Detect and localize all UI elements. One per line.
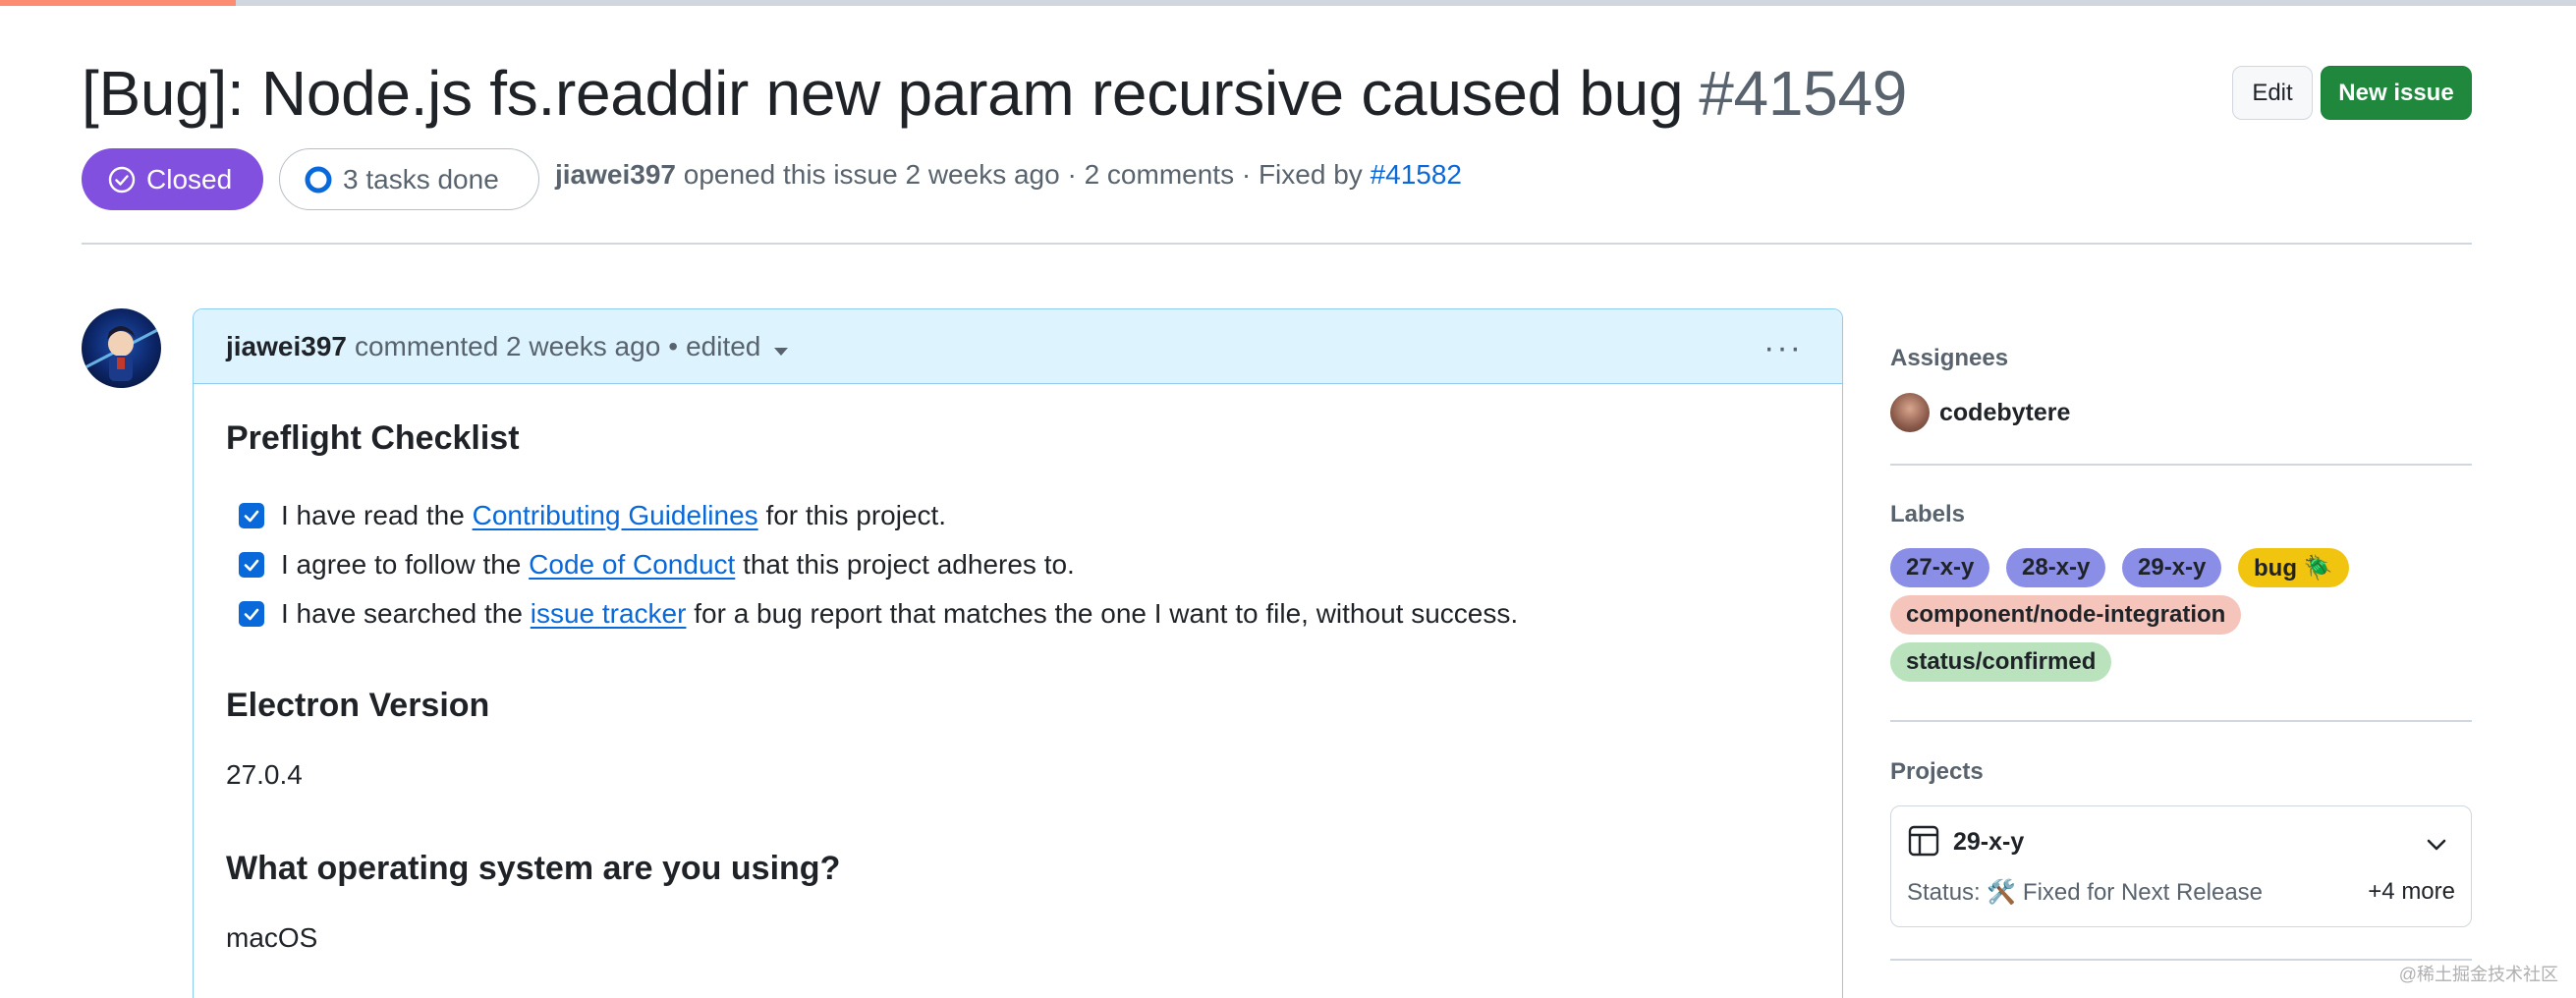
- avatar: [1890, 393, 1930, 432]
- label-27-x-y[interactable]: 27-x-y: [1890, 548, 1990, 587]
- check-text-pre: I agree to follow the: [281, 549, 522, 580]
- label-status-confirmed[interactable]: status/confirmed: [1890, 642, 2112, 682]
- issue-number: #41549: [1699, 58, 1908, 129]
- electron-version-value: 27.0.4: [226, 759, 303, 790]
- new-issue-button[interactable]: New issue: [2321, 66, 2472, 120]
- labels-heading[interactable]: Labels: [1890, 501, 1965, 528]
- check-text-post: that this project adheres to.: [743, 549, 1075, 580]
- label-28-x-y[interactable]: 28-x-y: [2006, 548, 2106, 587]
- project-card[interactable]: 29-x-y Status: 🛠️ Fixed for Next Release…: [1890, 805, 2472, 927]
- assignee-name: codebytere: [1939, 398, 2071, 426]
- check-text-pre: I have read the: [281, 500, 465, 530]
- contributing-guidelines-link[interactable]: Contributing Guidelines: [473, 500, 758, 531]
- check-text-post: for this project.: [765, 500, 947, 530]
- sidebar-divider: [1890, 720, 2472, 722]
- kebab-menu-icon[interactable]: ···: [1764, 329, 1803, 367]
- status-text: Closed: [146, 163, 233, 194]
- comment-separator: •: [668, 330, 679, 361]
- project-name[interactable]: 29-x-y: [1953, 828, 2024, 857]
- label-bug[interactable]: bug 🪲: [2238, 548, 2349, 587]
- avatar-image: [82, 326, 161, 381]
- chevron-down-icon[interactable]: [2424, 832, 2449, 858]
- comment-header: jiawei397 commented 2 weeks ago • edited…: [194, 309, 1842, 384]
- status-badge: Closed: [82, 148, 263, 210]
- checkmark-icon: [244, 510, 259, 523]
- check-circle-icon: [108, 166, 136, 193]
- comment-author-link[interactable]: jiawei397: [226, 331, 347, 362]
- fixed-by-link[interactable]: #41582: [1371, 159, 1462, 190]
- label-component-node-integration[interactable]: component/node-integration: [1890, 595, 2242, 635]
- header-divider: [82, 243, 2472, 245]
- os-heading: What operating system are you using?: [226, 850, 841, 887]
- comment-action: commented 2 weeks ago: [354, 330, 661, 361]
- os-value: macOS: [226, 922, 318, 953]
- edited-label: edited: [686, 330, 761, 361]
- issue-tracker-link[interactable]: issue tracker: [531, 598, 687, 630]
- checkmark-icon: [244, 559, 259, 572]
- checkbox-checked[interactable]: [239, 552, 264, 578]
- edit-button[interactable]: Edit: [2232, 66, 2313, 120]
- issue-title-text: [Bug]: Node.js fs.readdir new param recu…: [82, 58, 1684, 129]
- project-status: Status: 🛠️ Fixed for Next Release: [1907, 879, 2264, 906]
- caret-down-icon: [774, 347, 789, 356]
- watermark: @稀土掘金技术社区: [2398, 965, 2558, 984]
- label-29-x-y[interactable]: 29-x-y: [2122, 548, 2222, 587]
- issue-meta: jiawei397 opened this issue 2 weeks ago …: [555, 159, 1462, 191]
- avatar[interactable]: [82, 308, 161, 388]
- checklist-item: I have searched the issue tracker for a …: [239, 598, 1518, 630]
- tasks-text: 3 tasks done: [343, 163, 499, 194]
- checklist-item: I agree to follow the Code of Conduct th…: [239, 549, 1075, 581]
- check-text-post: for a bug report that matches the one I …: [694, 598, 1519, 629]
- checkbox-checked[interactable]: [239, 503, 264, 528]
- progress-circle-icon: [305, 166, 332, 193]
- tasks-badge[interactable]: 3 tasks done: [279, 148, 539, 210]
- preflight-heading: Preflight Checklist: [226, 419, 520, 457]
- checkmark-icon: [244, 608, 259, 621]
- assignees-heading[interactable]: Assignees: [1890, 345, 2008, 372]
- issue-comment: jiawei397 commented 2 weeks ago • edited…: [193, 308, 1843, 998]
- checklist-item: I have read the Contributing Guidelines …: [239, 500, 946, 531]
- projects-heading[interactable]: Projects: [1890, 758, 1984, 786]
- assignee-item[interactable]: codebytere: [1890, 393, 2070, 432]
- page-progress-bar: [0, 0, 236, 6]
- sidebar-divider: [1890, 959, 2472, 961]
- sidebar-divider: [1890, 464, 2472, 466]
- checkbox-checked[interactable]: [239, 601, 264, 627]
- table-icon: [1908, 825, 1939, 857]
- issue-meta-text: opened this issue 2 weeks ago · 2 commen…: [683, 159, 1363, 190]
- check-text-pre: I have searched the: [281, 598, 523, 629]
- electron-version-heading: Electron Version: [226, 687, 490, 724]
- issue-author-link[interactable]: jiawei397: [555, 159, 676, 190]
- more-projects-link[interactable]: +4 more: [2368, 878, 2455, 906]
- edited-dropdown[interactable]: edited: [686, 330, 789, 362]
- page-top-border: [0, 0, 2576, 6]
- code-of-conduct-link[interactable]: Code of Conduct: [529, 549, 735, 581]
- issue-title: [Bug]: Node.js fs.readdir new param recu…: [82, 57, 1907, 130]
